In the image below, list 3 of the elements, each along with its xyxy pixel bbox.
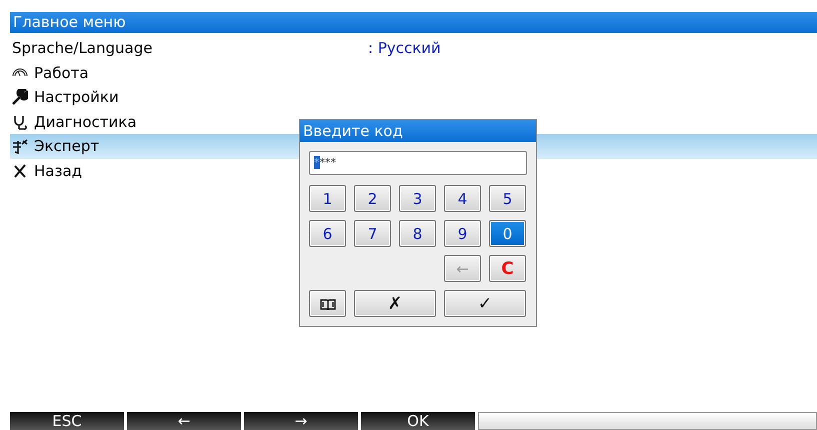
dialog-title: Введите код xyxy=(300,120,536,142)
language-value: : Русский xyxy=(368,39,441,58)
menu-header: Главное меню xyxy=(10,12,817,33)
